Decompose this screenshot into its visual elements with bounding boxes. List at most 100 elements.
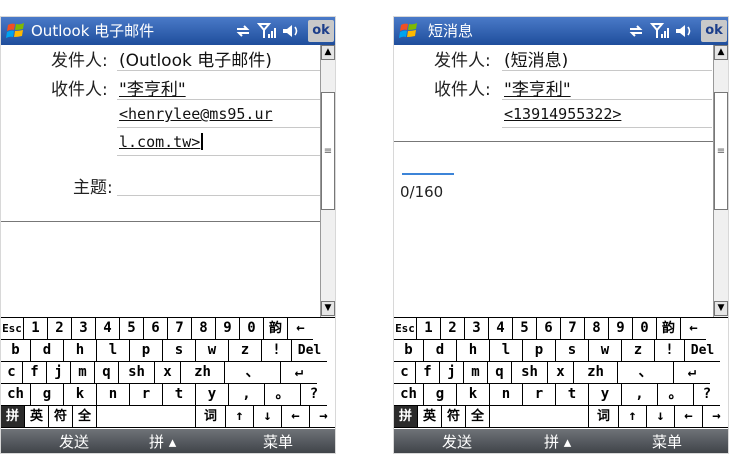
key-up[interactable]: ↑ xyxy=(226,406,254,428)
key-up[interactable]: ↑ xyxy=(619,406,647,428)
key-6[interactable]: 6 xyxy=(144,318,168,340)
key-del[interactable]: Del xyxy=(685,340,720,362)
key-zh[interactable]: zh xyxy=(574,362,618,384)
key-ch[interactable]: ch xyxy=(394,384,424,406)
from-field[interactable]: (短消息) xyxy=(504,46,568,71)
key-left[interactable]: ← xyxy=(675,406,703,428)
key-6[interactable]: 6 xyxy=(537,318,561,340)
key-9[interactable]: 9 xyxy=(609,318,633,340)
key-3[interactable]: 3 xyxy=(465,318,489,340)
message-body-area[interactable] xyxy=(394,143,715,317)
input-method-softkey[interactable]: 拼 ▴ xyxy=(149,431,176,453)
scroll-thumb[interactable]: ≡ xyxy=(714,92,728,210)
key-period[interactable]: 。 xyxy=(265,384,301,406)
key-7[interactable]: 7 xyxy=(168,318,192,340)
start-menu-icon[interactable] xyxy=(398,20,420,42)
key-c[interactable]: c xyxy=(1,362,23,384)
key-symbol-mode[interactable]: 符 xyxy=(49,406,73,428)
key-phrase[interactable]: 词 xyxy=(589,406,619,428)
key-sh[interactable]: sh xyxy=(512,362,548,384)
subject-field[interactable] xyxy=(117,195,320,196)
key-dunhao[interactable]: 、 xyxy=(618,362,674,384)
key-w[interactable]: w xyxy=(196,340,229,362)
key-question[interactable]: ? xyxy=(694,384,720,406)
key-n[interactable]: n xyxy=(97,384,130,406)
key-down[interactable]: ↓ xyxy=(647,406,675,428)
key-1[interactable]: 1 xyxy=(417,318,441,340)
key-8[interactable]: 8 xyxy=(585,318,609,340)
menu-softkey[interactable]: 菜单 xyxy=(652,431,682,453)
key-left[interactable]: ← xyxy=(282,406,310,428)
key-comma[interactable]: , xyxy=(622,384,658,406)
input-method-softkey[interactable]: 拼 ▴ xyxy=(544,431,571,453)
key-s[interactable]: s xyxy=(556,340,589,362)
scroll-down-button[interactable]: ▼ xyxy=(714,301,728,316)
to-recipient-address-line1[interactable]: <henrylee@ms95.ur xyxy=(119,105,273,123)
key-enter[interactable]: ↵ xyxy=(674,362,710,384)
key-z[interactable]: z xyxy=(229,340,262,362)
key-j[interactable]: j xyxy=(47,362,71,384)
key-0[interactable]: 0 xyxy=(633,318,657,340)
key-space[interactable] xyxy=(490,406,589,428)
key-enter[interactable]: ↵ xyxy=(281,362,317,384)
key-r[interactable]: r xyxy=(130,384,163,406)
key-p[interactable]: p xyxy=(523,340,556,362)
ok-button[interactable]: ok xyxy=(308,20,334,42)
key-2[interactable]: 2 xyxy=(441,318,465,340)
key-ch[interactable]: ch xyxy=(1,384,31,406)
key-d[interactable]: d xyxy=(424,340,457,362)
key-n[interactable]: n xyxy=(490,384,523,406)
from-field[interactable]: (Outlook 电子邮件) xyxy=(119,46,272,71)
key-right[interactable]: → xyxy=(703,406,728,428)
to-recipient-name[interactable]: "李亨利" xyxy=(119,75,186,100)
key-exclamation[interactable]: ! xyxy=(655,340,685,362)
key-right[interactable]: → xyxy=(310,406,335,428)
key-d[interactable]: d xyxy=(31,340,64,362)
key-3[interactable]: 3 xyxy=(72,318,96,340)
vertical-scrollbar[interactable]: ▲ ≡ ▼ xyxy=(320,45,335,317)
to-recipient-number[interactable]: <13914955322> xyxy=(504,105,621,123)
key-question[interactable]: ? xyxy=(301,384,327,406)
key-x[interactable]: x xyxy=(155,362,181,384)
key-english-mode[interactable]: 英 xyxy=(418,406,442,428)
key-w[interactable]: w xyxy=(589,340,622,362)
key-g[interactable]: g xyxy=(31,384,64,406)
send-softkey[interactable]: 发送 xyxy=(442,431,472,453)
key-y[interactable]: y xyxy=(589,384,622,406)
to-recipient-address-line2[interactable]: l.com.tw> xyxy=(119,133,204,151)
key-9[interactable]: 9 xyxy=(216,318,240,340)
key-m[interactable]: m xyxy=(71,362,95,384)
key-h[interactable]: h xyxy=(64,340,97,362)
key-f[interactable]: f xyxy=(23,362,47,384)
key-0[interactable]: 0 xyxy=(240,318,264,340)
key-m[interactable]: m xyxy=(464,362,488,384)
key-symbol-mode[interactable]: 符 xyxy=(442,406,466,428)
key-sh[interactable]: sh xyxy=(119,362,155,384)
key-j[interactable]: j xyxy=(440,362,464,384)
key-q[interactable]: q xyxy=(488,362,512,384)
key-g[interactable]: g xyxy=(424,384,457,406)
signal-icon[interactable] xyxy=(650,21,670,41)
key-phrase[interactable]: 词 xyxy=(196,406,226,428)
key-backspace[interactable]: ← xyxy=(681,318,706,340)
key-esc[interactable]: Esc xyxy=(1,318,24,340)
start-menu-icon[interactable] xyxy=(5,20,27,42)
key-c[interactable]: c xyxy=(394,362,416,384)
key-t[interactable]: t xyxy=(163,384,196,406)
key-5[interactable]: 5 xyxy=(120,318,144,340)
key-yun[interactable]: 韵 xyxy=(264,318,288,340)
key-l[interactable]: l xyxy=(490,340,523,362)
key-k[interactable]: k xyxy=(64,384,97,406)
volume-icon[interactable] xyxy=(674,21,694,41)
key-period[interactable]: 。 xyxy=(658,384,694,406)
key-h[interactable]: h xyxy=(457,340,490,362)
key-x[interactable]: x xyxy=(548,362,574,384)
connectivity-icon[interactable] xyxy=(233,21,253,41)
key-exclamation[interactable]: ! xyxy=(262,340,292,362)
key-4[interactable]: 4 xyxy=(489,318,513,340)
key-2[interactable]: 2 xyxy=(48,318,72,340)
key-esc[interactable]: Esc xyxy=(394,318,417,340)
key-s[interactable]: s xyxy=(163,340,196,362)
key-q[interactable]: q xyxy=(95,362,119,384)
scroll-thumb[interactable]: ≡ xyxy=(321,92,335,210)
